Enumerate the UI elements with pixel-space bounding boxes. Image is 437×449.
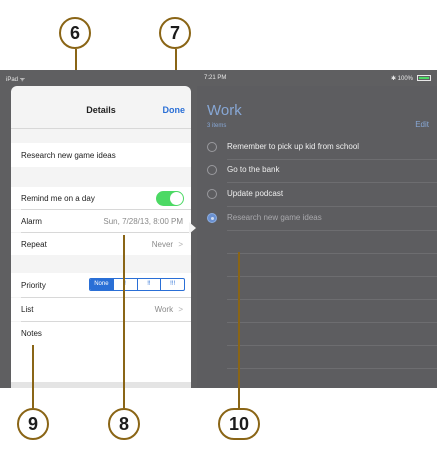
- row-divider: [227, 206, 437, 207]
- callout-10: 10: [218, 408, 260, 440]
- item-count: 3 items: [207, 123, 227, 129]
- status-battery-percent: ✱ 100%: [390, 76, 413, 82]
- priority-row: Priority None ! !! !!!: [11, 273, 191, 297]
- callout-9-leader: [32, 345, 34, 408]
- callout-8-leader: [123, 235, 125, 408]
- notes-label: Notes: [21, 329, 42, 338]
- task-title-text: Research new game ideas: [21, 151, 116, 160]
- list-item-selected[interactable]: Research new game ideas: [207, 209, 437, 231]
- row-divider: [227, 299, 437, 300]
- list-item[interactable]: Remember to pick up kid from school: [207, 138, 437, 160]
- alarm-value: Sun, 7/28/13, 8:00 PM: [103, 217, 183, 226]
- row-divider: [227, 276, 437, 277]
- chevron-right-icon: >: [178, 305, 183, 314]
- row-divider: [227, 230, 437, 231]
- popover-arrow: [189, 222, 196, 234]
- list-row[interactable]: List Work >: [11, 298, 191, 321]
- remind-toggle[interactable]: [156, 191, 184, 206]
- repeat-value: Never >: [152, 240, 183, 249]
- status-time: 7:21 PM: [204, 75, 227, 81]
- popover-bottom: [11, 382, 191, 388]
- notes-field[interactable]: Notes: [11, 322, 191, 382]
- ipad-screen: iPad ᯤ 7:21 PM ✱ 100% Details Done Resea…: [0, 70, 437, 388]
- priority-option-high[interactable]: !!!: [160, 279, 184, 290]
- callout-8: 8: [108, 408, 140, 440]
- row-divider: [227, 182, 437, 183]
- selected-circle-icon[interactable]: [207, 213, 217, 223]
- checkbox-circle-icon[interactable]: [207, 142, 217, 152]
- header-divider: [11, 128, 191, 129]
- list-item-text: Update podcast: [227, 189, 284, 198]
- alarm-row[interactable]: Alarm Sun, 7/28/13, 8:00 PM: [11, 210, 191, 232]
- row-divider: [227, 253, 437, 254]
- list-item-text: Remember to pick up kid from school: [227, 142, 360, 151]
- alarm-label: Alarm: [21, 217, 42, 226]
- list-item[interactable]: Update podcast: [207, 185, 437, 207]
- row-divider: [227, 368, 437, 369]
- battery-icon: [417, 75, 431, 81]
- chevron-right-icon: >: [178, 240, 183, 249]
- list-item-text: Go to the bank: [227, 165, 280, 174]
- row-divider: [227, 159, 437, 160]
- callout-9: 9: [17, 408, 49, 440]
- status-device: iPad ᯤ: [6, 77, 26, 83]
- priority-segmented-control[interactable]: None ! !! !!!: [89, 278, 185, 291]
- list-item-text: Research new game ideas: [227, 213, 322, 222]
- work-list-panel: Work 3 items Edit Remember to pick up ki…: [197, 86, 437, 388]
- status-bar: iPad ᯤ 7:21 PM ✱ 100%: [0, 70, 437, 86]
- list-value: Work >: [155, 305, 183, 314]
- done-button[interactable]: Done: [163, 105, 186, 115]
- remind-row: Remind me on a day: [11, 187, 191, 209]
- checkbox-circle-icon[interactable]: [207, 165, 217, 175]
- callout-6: 6: [59, 17, 91, 49]
- priority-option-medium[interactable]: !!: [136, 279, 161, 290]
- list-value-text: Work: [154, 305, 174, 314]
- repeat-value-text: Never: [151, 240, 174, 249]
- task-title-field[interactable]: Research new game ideas: [11, 143, 191, 167]
- remind-label: Remind me on a day: [21, 194, 95, 203]
- repeat-label: Repeat: [21, 240, 47, 249]
- edit-button[interactable]: Edit: [415, 120, 429, 129]
- row-divider: [227, 345, 437, 346]
- checkbox-circle-icon[interactable]: [207, 189, 217, 199]
- priority-option-none[interactable]: None: [90, 279, 113, 290]
- list-item[interactable]: Go to the bank: [207, 161, 437, 183]
- priority-label: Priority: [21, 281, 46, 290]
- repeat-row[interactable]: Repeat Never >: [11, 233, 191, 255]
- list-label: List: [21, 305, 34, 314]
- list-title: Work: [207, 102, 242, 119]
- details-popover: Details Done Research new game ideas Rem…: [11, 86, 191, 388]
- callout-7: 7: [159, 17, 191, 49]
- row-divider: [227, 322, 437, 323]
- callout-10-leader: [238, 252, 240, 408]
